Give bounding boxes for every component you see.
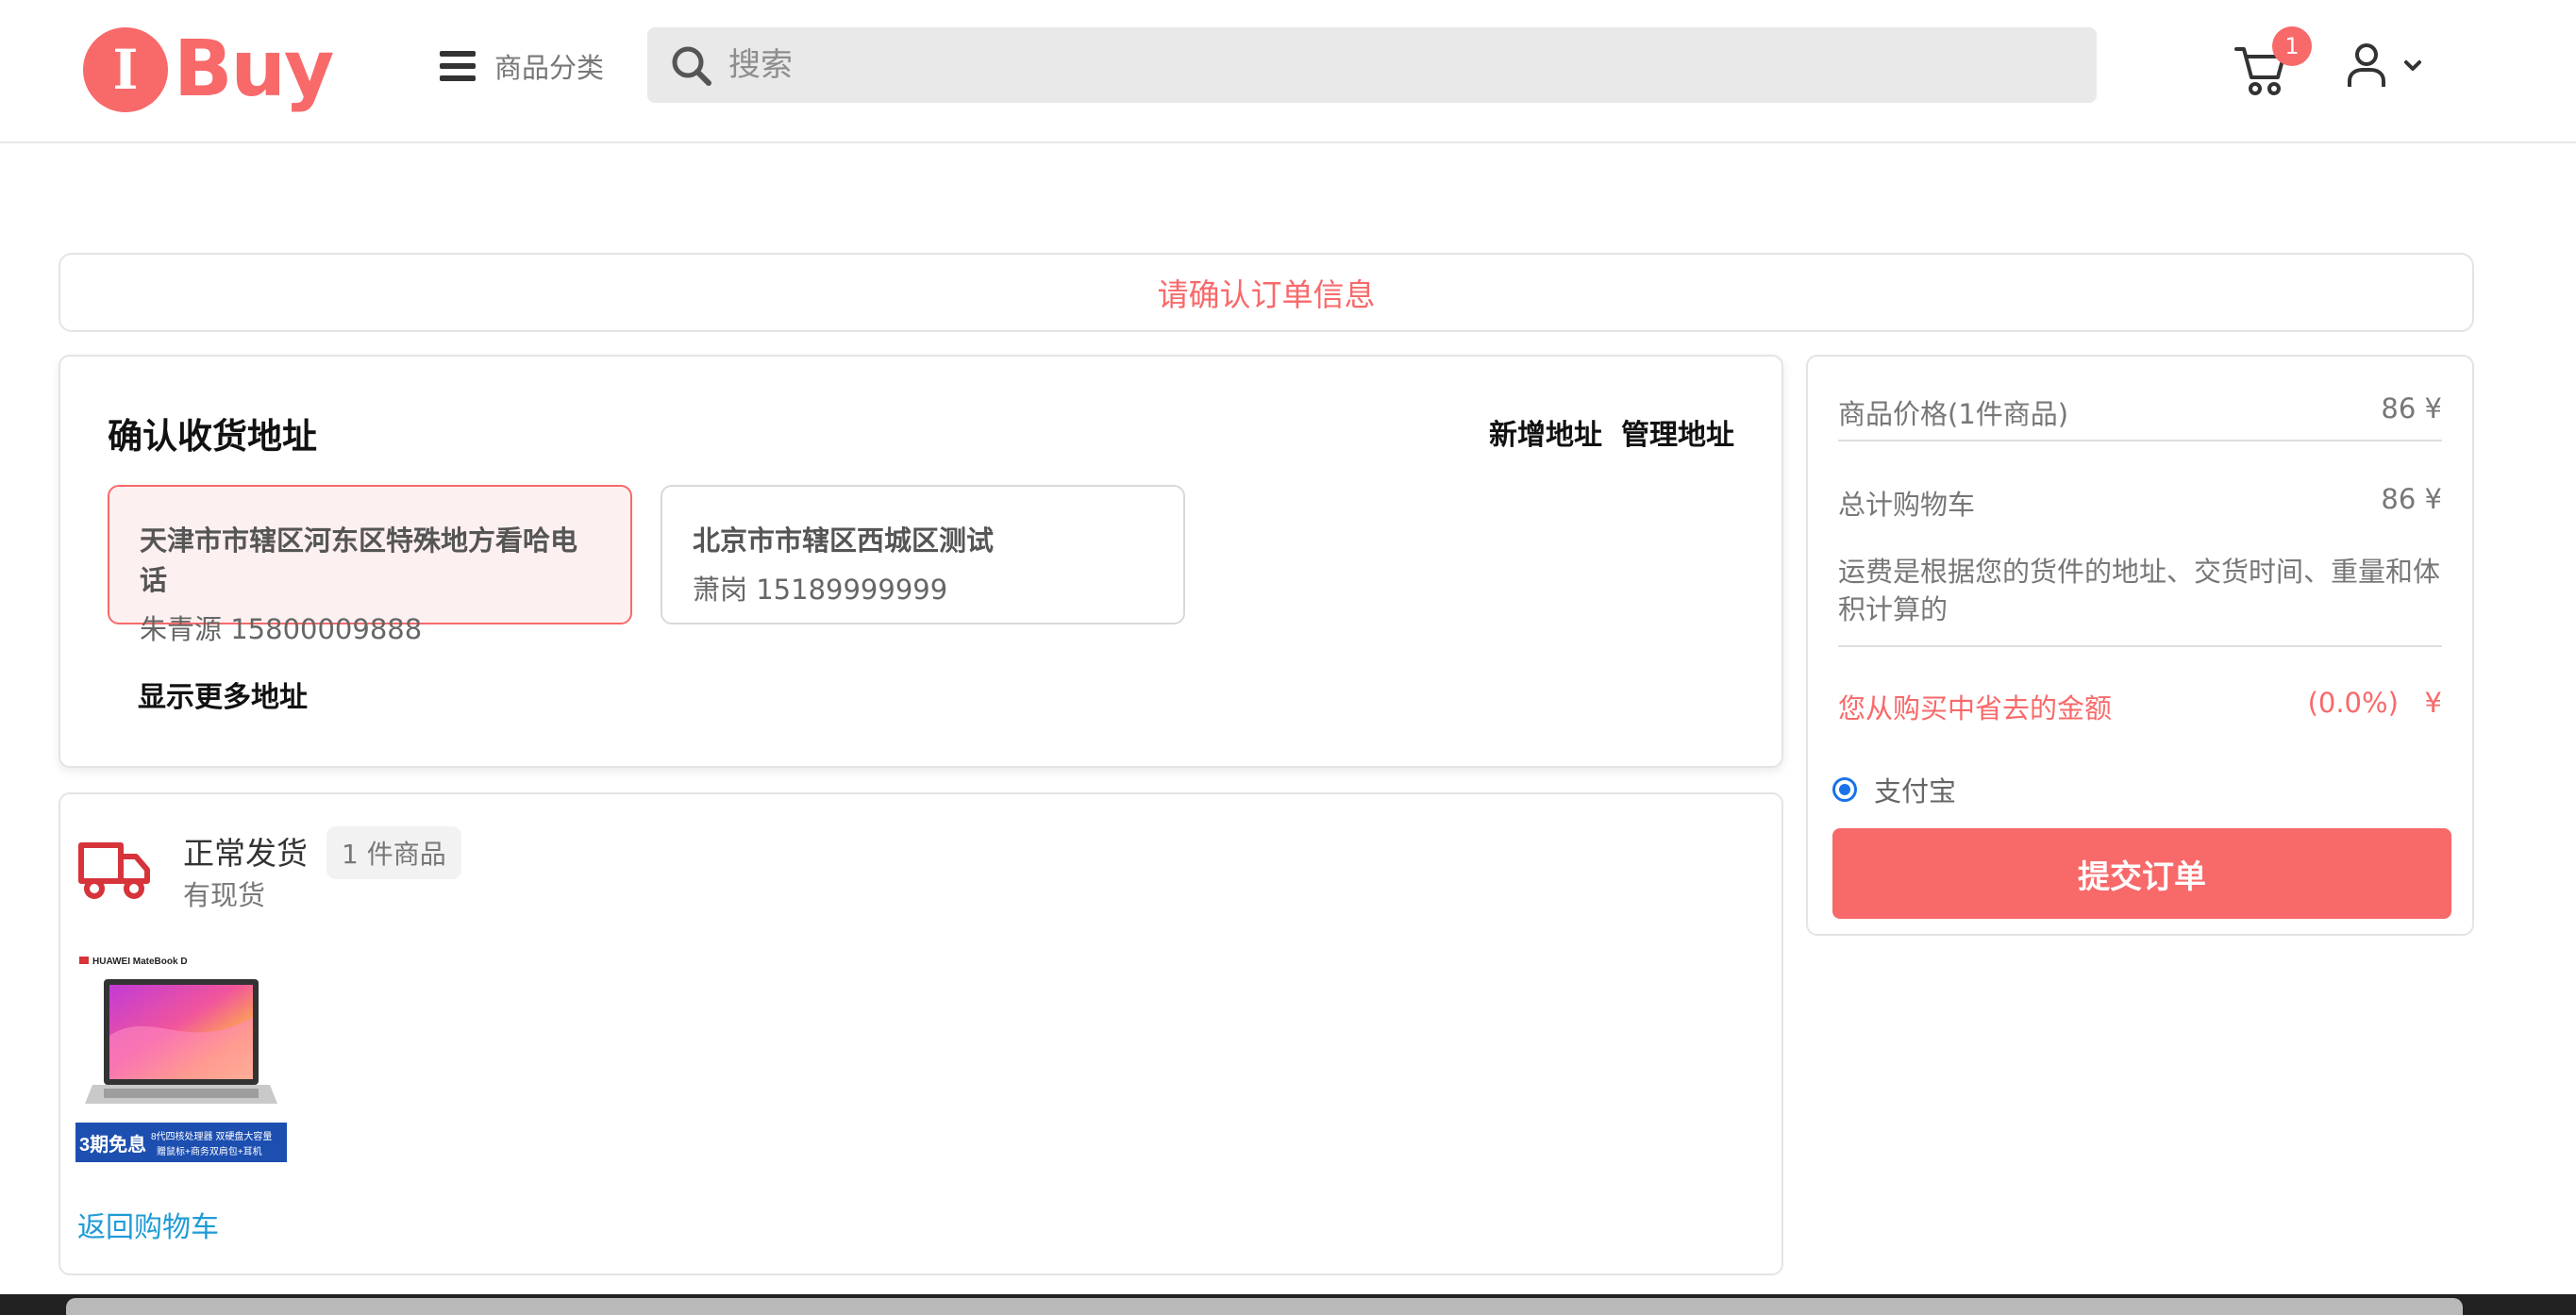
item-count-badge: 1 件商品 bbox=[326, 826, 461, 879]
back-to-cart-link[interactable]: 返回购物车 bbox=[77, 1204, 219, 1245]
product-promo-text: 赠鼠标+商务双肩包+耳机 bbox=[157, 1145, 262, 1157]
address-option[interactable]: 北京市市辖区西城区测试 萧岗 15189999999 bbox=[661, 485, 1185, 624]
product-thumbnail[interactable]: HUAWEI MateBook D 3期免息 8代四核处理器 双硬盘大容量 赠鼠… bbox=[75, 951, 287, 1162]
savings-row: 您从购买中省去的金额 (0.0%) ¥ bbox=[1838, 687, 2442, 726]
address-actions: 新增地址 管理地址 bbox=[1489, 411, 1734, 453]
manage-address-link[interactable]: 管理地址 bbox=[1621, 411, 1734, 453]
cart-total-row: 总计购物车 86 ¥ bbox=[1838, 483, 2442, 523]
stock-status: 有现货 bbox=[183, 879, 266, 911]
add-address-link[interactable]: 新增地址 bbox=[1489, 411, 1602, 453]
search-icon[interactable] bbox=[661, 27, 728, 103]
brand-logo[interactable]: I Buy bbox=[83, 21, 334, 119]
address-title: 确认收货地址 bbox=[108, 416, 317, 457]
chevron-down-icon bbox=[2404, 60, 2421, 71]
hamburger-icon bbox=[440, 51, 476, 81]
search-bar[interactable] bbox=[647, 27, 2097, 103]
shipment-status: 正常发货 bbox=[183, 835, 308, 872]
address-section: 确认收货地址 新增地址 管理地址 天津市市辖区河东区特殊地方看哈电话 朱青源 1… bbox=[59, 355, 1783, 768]
confirm-order-banner: 请确认订单信息 bbox=[59, 253, 2474, 332]
product-brand-text: HUAWEI MateBook D bbox=[92, 957, 188, 967]
top-header: I Buy 商品分类 1 bbox=[0, 0, 2576, 143]
truck-icon bbox=[77, 836, 151, 902]
order-summary: 商品价格(1件商品) 86 ¥ 总计购物车 86 ¥ 运费是根据您的货件的地址、… bbox=[1806, 355, 2474, 936]
user-icon bbox=[2348, 43, 2385, 87]
payment-option-alipay[interactable]: 支付宝 bbox=[1832, 770, 1956, 809]
submit-order-button[interactable]: 提交订单 bbox=[1832, 828, 2451, 919]
show-more-addresses-link[interactable]: 显示更多地址 bbox=[138, 674, 308, 715]
shipping-note: 运费是根据您的货件的地址、交货时间、重量和体积计算的 bbox=[1838, 556, 2441, 625]
address-line: 北京市市辖区西城区测试 bbox=[693, 524, 995, 557]
cart-total-label: 总计购物车 bbox=[1838, 489, 1976, 521]
logo-mark: I bbox=[83, 27, 168, 112]
address-contact: 朱青源 15800009888 bbox=[140, 613, 423, 645]
cart-count-badge: 1 bbox=[2272, 26, 2312, 66]
cart-total-value: 86 ¥ bbox=[2381, 483, 2442, 515]
item-price-row: 商品价格(1件商品) 86 ¥ bbox=[1838, 392, 2442, 432]
category-menu-button[interactable]: 商品分类 bbox=[440, 43, 604, 89]
item-price-label: 商品价格(1件商品) bbox=[1838, 398, 2069, 430]
product-promo-text: 8代四核处理器 双硬盘大容量 bbox=[151, 1130, 272, 1142]
address-contact: 萧岗 15189999999 bbox=[693, 574, 948, 606]
item-price-value: 86 ¥ bbox=[2381, 392, 2442, 424]
radio-selected-icon[interactable] bbox=[1832, 777, 1857, 802]
payment-method-label: 支付宝 bbox=[1874, 775, 1957, 807]
divider bbox=[1838, 440, 2442, 441]
category-label: 商品分类 bbox=[494, 52, 605, 84]
shipment-section: 正常发货 有现货 1 件商品 HUAWEI MateBook D 3期免息 8代… bbox=[59, 792, 1783, 1275]
address-line: 天津市市辖区河东区特殊地方看哈电话 bbox=[140, 524, 578, 596]
logo-text: Buy bbox=[174, 25, 334, 114]
user-menu[interactable] bbox=[2344, 42, 2429, 91]
savings-label: 您从购买中省去的金额 bbox=[1838, 692, 2113, 724]
address-option-selected[interactable]: 天津市市辖区河东区特殊地方看哈电话 朱青源 15800009888 bbox=[108, 485, 632, 645]
divider bbox=[1838, 645, 2442, 647]
search-input[interactable] bbox=[728, 37, 2049, 93]
os-dock bbox=[66, 1298, 2463, 1315]
product-badge-text: 3期免息 bbox=[79, 1133, 146, 1156]
savings-value: (0.0%) ¥ bbox=[2307, 687, 2442, 719]
confirm-banner-text: 请确认订单信息 bbox=[1157, 276, 1376, 313]
